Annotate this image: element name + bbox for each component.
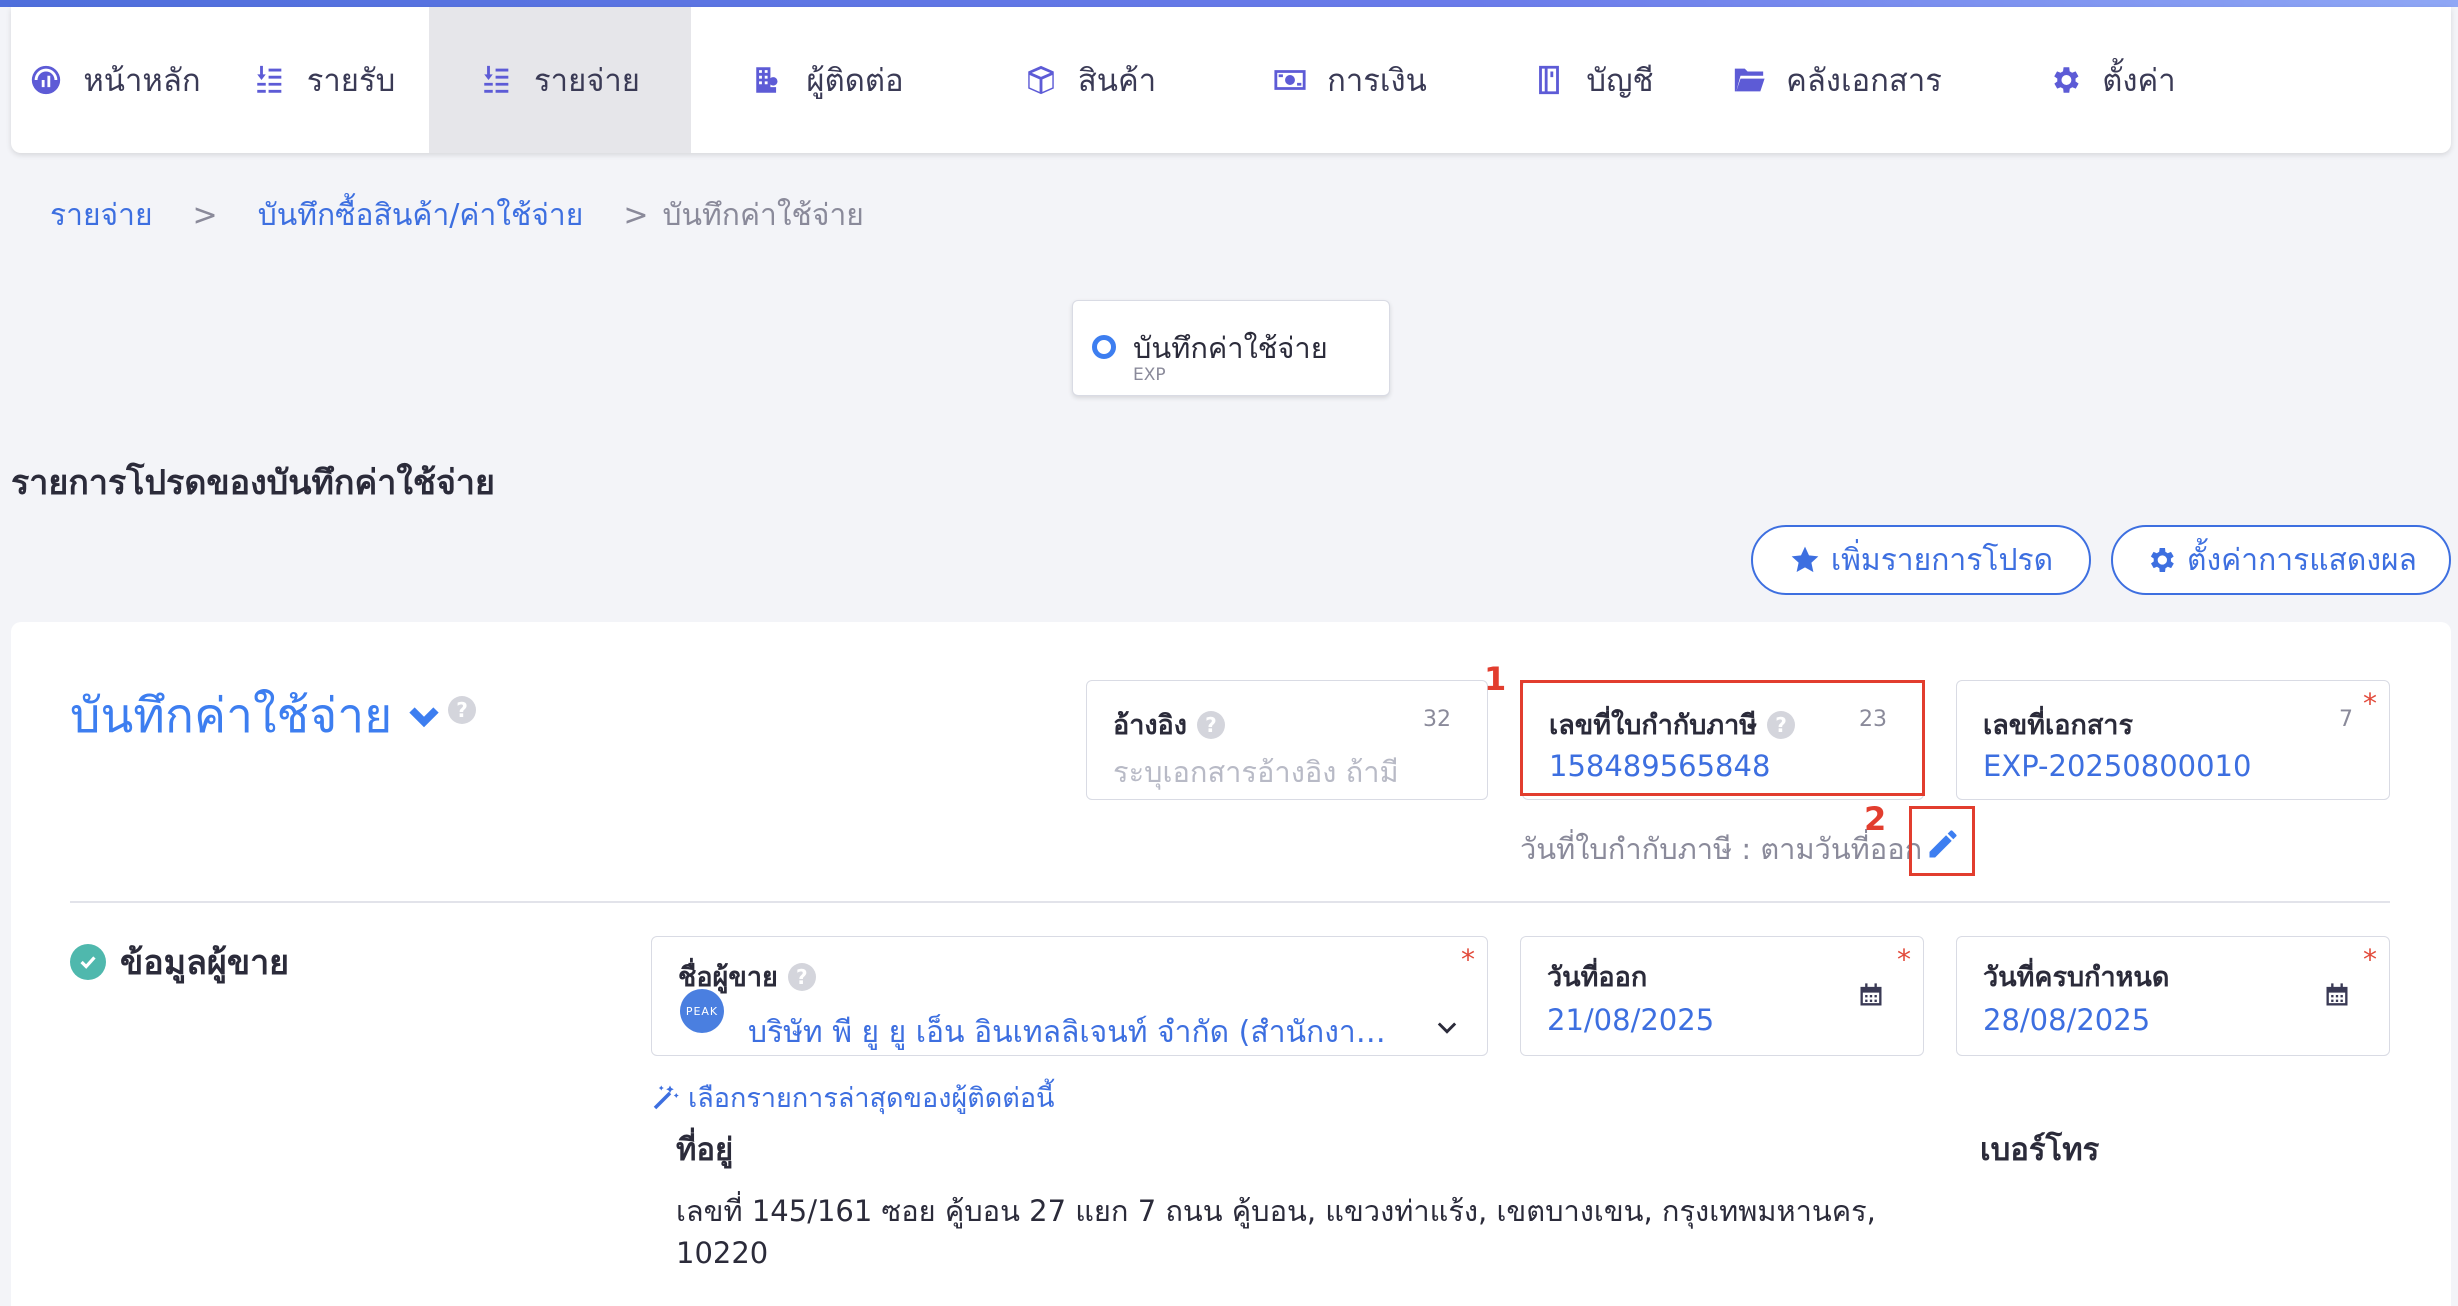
breadcrumb-expense[interactable]: รายจ่าย bbox=[50, 192, 153, 239]
document-number-value: EXP-20250800010 bbox=[1983, 749, 2252, 783]
help-icon[interactable]: ? bbox=[1196, 710, 1225, 739]
radio-selected-icon[interactable] bbox=[1092, 335, 1116, 359]
address-label: ที่อยู่ bbox=[676, 1132, 734, 1168]
nav-item-income[interactable]: รายรับ bbox=[219, 7, 429, 153]
dashboard-icon bbox=[32, 65, 61, 95]
main-nav: หน้าหลัก รายรับ รายจ่าย ผู้ติดต่อ สินค้า… bbox=[11, 7, 2451, 153]
due-date-value: 28/08/2025 bbox=[1983, 1003, 2151, 1037]
form-title-dropdown[interactable]: บันทึกค่าใช้จ่าย bbox=[70, 678, 442, 754]
breadcrumb-separator: > bbox=[623, 198, 649, 233]
chevron-down-icon[interactable] bbox=[1433, 1013, 1461, 1041]
nav-label: รายจ่าย bbox=[534, 63, 640, 99]
annotation-label-1: 1 bbox=[1484, 660, 1507, 698]
vendor-heading-text: ข้อมูลผู้ขาย bbox=[120, 943, 290, 983]
issue-date-field[interactable]: วันที่ออก * 21/08/2025 bbox=[1520, 936, 1924, 1056]
issue-date-value: 21/08/2025 bbox=[1547, 1003, 1715, 1037]
folder-icon bbox=[1734, 68, 1765, 92]
nav-item-finance[interactable]: การเงิน bbox=[1215, 7, 1485, 153]
vendor-name-value: บริษัท พี ยู ยู เอ็น อินเทลลิเจนท์ จำกัด… bbox=[748, 1015, 1388, 1050]
vendor-name-select[interactable]: ชื่อผู้ขาย ? * PEAK บริษัท พี ยู ยู เอ็น… bbox=[651, 936, 1488, 1056]
nav-label: รายรับ bbox=[306, 63, 396, 99]
document-number-label: เลขที่เอกสาร bbox=[1983, 710, 2133, 741]
nav-label: บัญชี bbox=[1586, 63, 1654, 99]
reference-label: อ้างอิง bbox=[1113, 710, 1187, 741]
help-icon[interactable]: ? bbox=[787, 962, 816, 991]
tax-invoice-date-note: วันที่ใบกำกับภาษี : ตามวันที่ออก bbox=[1520, 832, 1923, 866]
vendor-section-heading: ข้อมูลผู้ขาย bbox=[70, 935, 289, 989]
breadcrumb: รายจ่าย > บันทึกซื้อสินค้า/ค่าใช้จ่าย > … bbox=[50, 192, 864, 239]
nav-label: คลังเอกสาร bbox=[1786, 63, 1942, 99]
required-asterisk: * bbox=[1461, 943, 1475, 976]
check-circle-icon bbox=[70, 944, 106, 980]
phone-label: เบอร์โทร bbox=[1980, 1132, 2100, 1168]
required-asterisk: * bbox=[2363, 687, 2377, 720]
contacts-icon bbox=[756, 67, 778, 93]
nav-item-contacts[interactable]: ผู้ติดต่อ bbox=[691, 7, 965, 153]
ledger-book-icon bbox=[1539, 65, 1560, 95]
star-icon bbox=[1791, 546, 1819, 573]
breadcrumb-separator: > bbox=[192, 198, 218, 233]
display-settings-button[interactable]: ตั้งค่าการแสดงผล bbox=[2111, 525, 2451, 595]
add-favorite-label: เพิ่มรายการโปรด bbox=[1830, 542, 2054, 578]
nav-item-expense[interactable]: รายจ่าย bbox=[429, 7, 691, 153]
gear-icon bbox=[2054, 67, 2079, 93]
issue-date-label-row: วันที่ออก bbox=[1547, 955, 1647, 998]
due-date-field[interactable]: วันที่ครบกำหนด * 28/08/2025 bbox=[1956, 936, 2390, 1056]
required-asterisk: * bbox=[2363, 943, 2377, 976]
calendar-icon[interactable] bbox=[2323, 981, 2351, 1009]
nav-label: หน้าหลัก bbox=[83, 63, 201, 99]
help-icon[interactable]: ? bbox=[448, 696, 476, 724]
doc-type-option-expense[interactable]: บันทึกค่าใช้จ่าย EXP bbox=[1072, 300, 1390, 396]
nav-label: สินค้า bbox=[1077, 63, 1157, 99]
calendar-icon[interactable] bbox=[1857, 981, 1885, 1009]
document-number-label-row: เลขที่เอกสาร bbox=[1983, 703, 2133, 746]
reference-char-count: 32 bbox=[1423, 707, 1451, 732]
annotation-label-2: 2 bbox=[1864, 800, 1887, 838]
annotation-box-1 bbox=[1520, 680, 1925, 796]
reference-label-row: อ้างอิง ? bbox=[1113, 703, 1225, 746]
magic-wand-icon bbox=[653, 1085, 679, 1109]
product-box-icon bbox=[1028, 65, 1054, 95]
nav-label: ตั้งค่า bbox=[2102, 63, 2176, 99]
required-asterisk: * bbox=[1897, 943, 1911, 976]
nav-item-products[interactable]: สินค้า bbox=[965, 7, 1215, 153]
doc-type-code: EXP bbox=[1133, 365, 1166, 385]
nav-label: ผู้ติดต่อ bbox=[806, 63, 904, 99]
money-icon bbox=[1274, 70, 1306, 90]
section-divider bbox=[70, 901, 2390, 903]
form-title: บันทึกค่าใช้จ่าย bbox=[70, 688, 393, 744]
select-latest-contact-link[interactable]: เลือกรายการล่าสุดของผู้ติดต่อนี้ bbox=[650, 1076, 1055, 1119]
nav-item-settings[interactable]: ตั้งค่า bbox=[1973, 7, 2251, 153]
annotation-box-2 bbox=[1909, 806, 1975, 876]
due-date-label: วันที่ครบกำหนด bbox=[1983, 962, 2170, 993]
chevron-down-icon bbox=[409, 707, 439, 728]
breadcrumb-purchase-expense[interactable]: บันทึกซื้อสินค้า/ค่าใช้จ่าย bbox=[258, 192, 584, 239]
document-number-field[interactable]: เลขที่เอกสาร 7 * EXP-20250800010 bbox=[1956, 680, 2390, 800]
add-favorite-button[interactable]: เพิ่มรายการโปรด bbox=[1751, 525, 2091, 595]
favorites-title: รายการโปรดของบันทึกค่าใช้จ่าย bbox=[11, 463, 495, 503]
breadcrumb-current: บันทึกค่าใช้จ่าย bbox=[662, 198, 864, 233]
vendor-logo: PEAK bbox=[680, 989, 724, 1033]
address-line-2: 10220 bbox=[676, 1236, 769, 1270]
expense-icon bbox=[484, 65, 509, 93]
nav-label: การเงิน bbox=[1327, 63, 1427, 99]
due-date-label-row: วันที่ครบกำหนด bbox=[1983, 955, 2169, 998]
income-icon bbox=[256, 65, 282, 93]
reference-placeholder: ระบุเอกสารอ้างอิง ถ้ามี bbox=[1113, 755, 1399, 789]
gear-icon bbox=[2150, 548, 2174, 572]
display-settings-label: ตั้งค่าการแสดงผล bbox=[2187, 542, 2417, 578]
nav-item-home[interactable]: หน้าหลัก bbox=[11, 7, 219, 153]
reference-field[interactable]: อ้างอิง ? 32 ระบุเอกสารอ้างอิง ถ้ามี bbox=[1086, 680, 1488, 800]
top-accent-bar bbox=[0, 0, 2458, 7]
document-number-char-count: 7 bbox=[2339, 707, 2353, 732]
address-line-1: เลขที่ 145/161 ซอย คู้บอน 27 แยก 7 ถนน ค… bbox=[676, 1194, 1876, 1228]
select-latest-contact-label: เลือกรายการล่าสุดของผู้ติดต่อนี้ bbox=[688, 1083, 1055, 1114]
nav-item-accounting[interactable]: บัญชี bbox=[1485, 7, 1701, 153]
nav-item-documents[interactable]: คลังเอกสาร bbox=[1701, 7, 1973, 153]
issue-date-label: วันที่ออก bbox=[1547, 962, 1648, 993]
